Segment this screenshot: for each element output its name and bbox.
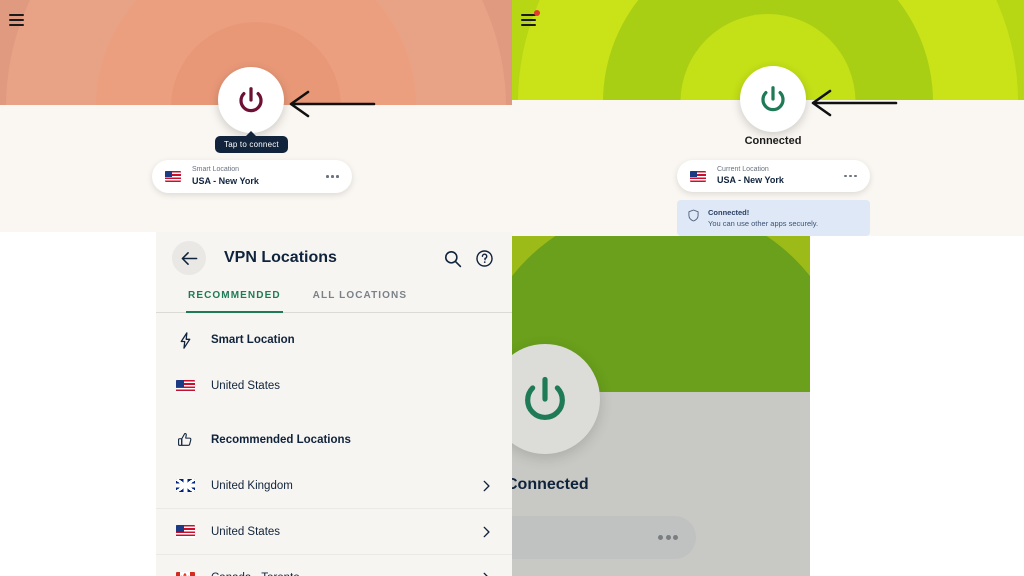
screenshot-root: Tap to connect Smart Location USA - New … — [0, 0, 1024, 576]
location-card-text: Smart Location USA - New York — [192, 166, 326, 187]
location-kicker: Smart Location — [192, 166, 240, 173]
location-name: USA - New York — [717, 175, 784, 186]
annotation-arrow-left — [289, 90, 376, 118]
search-button[interactable] — [439, 245, 465, 271]
flag-ca-icon: 🍁 — [174, 571, 196, 576]
list-item-label: Recommended Locations — [211, 434, 351, 446]
power-icon — [239, 87, 263, 113]
list-item-united-states-smart[interactable]: United States — [156, 363, 513, 409]
tap-to-connect-tooltip: Tap to connect — [215, 136, 288, 153]
info-banner-subtitle: You can use other apps securely. — [708, 218, 819, 228]
list-section-recommended-locations: Recommended Locations — [156, 417, 513, 463]
info-banner-text: Connected! You can use other apps secure… — [708, 208, 818, 228]
search-icon — [444, 250, 461, 267]
more-options-icon[interactable] — [658, 535, 678, 540]
flag-us-icon — [174, 525, 196, 538]
info-banner-title: Connected! — [708, 208, 750, 217]
notification-dot — [534, 10, 540, 16]
chevron-right-icon — [483, 526, 490, 537]
list-item-label: United States — [211, 380, 281, 392]
list-item-label: Canada - Toronto — [211, 572, 479, 576]
location-card-text: Current Location USA - New York — [717, 166, 844, 187]
list-item-label: United Kingdom — [211, 479, 293, 492]
tab-recommended[interactable]: RECOMMENDED — [186, 284, 283, 313]
flag-us-icon — [165, 171, 181, 182]
annotation-arrow-left — [811, 89, 898, 117]
smart-location-card[interactable]: Smart Location USA - New York — [152, 160, 352, 193]
list-item-united-kingdom[interactable]: United Kingdom — [156, 463, 513, 509]
help-circle-icon — [475, 249, 493, 267]
location-card-zoomed[interactable] — [512, 516, 696, 559]
current-location-card[interactable]: Current Location USA - New York — [677, 160, 870, 192]
list-item-label: United States — [211, 525, 281, 538]
page-title: VPN Locations — [224, 249, 337, 266]
arrow-left-icon — [181, 251, 197, 265]
tooltip-label: Tap to connect — [224, 140, 279, 149]
power-button-connected[interactable] — [740, 66, 806, 132]
location-name: USA - New York — [192, 175, 259, 186]
power-icon — [525, 376, 565, 421]
chevron-right-icon — [483, 480, 490, 491]
shield-icon — [688, 209, 699, 222]
flag-us-icon — [174, 379, 196, 393]
vpn-connected-zoomed-panel: Connected — [512, 236, 810, 576]
list-item-smart-location[interactable]: Smart Location — [156, 317, 513, 363]
tab-all-locations[interactable]: ALL LOCATIONS — [311, 284, 409, 312]
lightning-bolt-icon — [174, 331, 196, 349]
thumbs-up-icon — [174, 432, 196, 448]
flag-uk-icon — [174, 479, 196, 492]
list-item-canada-toronto[interactable]: 🍁 Canada - Toronto — [156, 555, 513, 576]
locations-tabs: RECOMMENDED ALL LOCATIONS — [156, 284, 513, 313]
connection-status-label: Connected — [744, 135, 802, 147]
power-icon — [761, 86, 785, 112]
list-item-united-states[interactable]: United States — [156, 509, 513, 555]
vpn-connected-panel: Connected Current Location USA - New Yor… — [512, 0, 1024, 236]
help-button[interactable] — [471, 245, 497, 271]
list-item-label: Smart Location — [211, 334, 295, 346]
connected-info-banner: Connected! You can use other apps secure… — [677, 200, 870, 236]
back-button[interactable] — [172, 241, 206, 275]
connection-status-label-zoomed: Connected — [512, 476, 589, 493]
power-button-disconnected[interactable] — [218, 67, 284, 133]
hamburger-menu-icon[interactable] — [521, 10, 540, 26]
location-kicker: Current Location — [717, 165, 769, 173]
more-options-icon[interactable] — [326, 175, 339, 178]
more-options-icon[interactable] — [844, 174, 857, 178]
vpn-locations-panel: VPN Locations RECOMMENDED ALL LOCATIONS — [156, 232, 513, 576]
flag-us-icon — [690, 170, 706, 182]
vpn-disconnected-panel: Tap to connect Smart Location USA - New … — [0, 0, 512, 232]
chevron-right-icon — [483, 572, 488, 576]
hamburger-menu-icon[interactable] — [9, 14, 24, 26]
vpn-locations-header: VPN Locations — [156, 232, 513, 284]
locations-list: Smart Location United States Recommended… — [156, 313, 513, 576]
